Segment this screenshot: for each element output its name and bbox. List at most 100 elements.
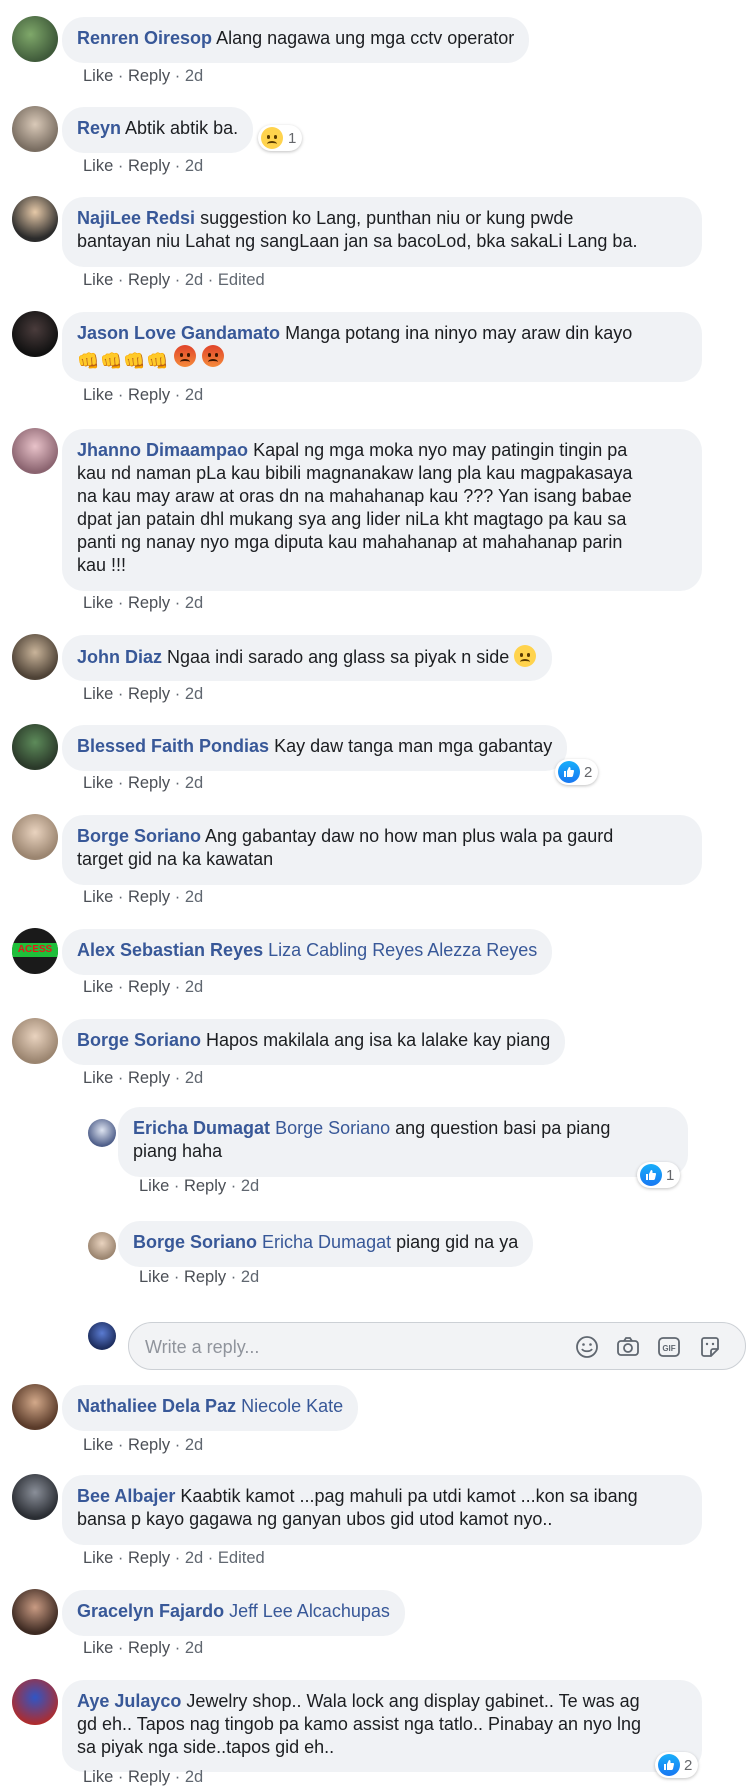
timestamp[interactable]: 2d: [185, 774, 203, 792]
separator: ·: [174, 67, 181, 85]
avatar[interactable]: ACESS: [12, 928, 58, 974]
comment-author[interactable]: Borge Soriano: [77, 826, 201, 846]
comment-author[interactable]: Bee Albajer: [77, 1486, 175, 1506]
reply-link[interactable]: Reply: [184, 1268, 226, 1286]
like-link[interactable]: Like: [83, 386, 113, 404]
avatar[interactable]: [12, 106, 58, 152]
avatar[interactable]: [12, 1018, 58, 1064]
comment-author[interactable]: Blessed Faith Pondias: [77, 736, 269, 756]
avatar[interactable]: [12, 196, 58, 242]
reply-link[interactable]: Reply: [128, 386, 170, 404]
like-link[interactable]: Like: [83, 1768, 113, 1786]
timestamp[interactable]: 2d: [185, 1436, 203, 1454]
avatar[interactable]: [12, 814, 58, 860]
timestamp[interactable]: 2d: [185, 1768, 203, 1786]
comment-author[interactable]: Ericha Dumagat: [133, 1118, 270, 1138]
reaction-summary[interactable]: 2: [555, 759, 599, 785]
like-link[interactable]: Like: [83, 1549, 113, 1567]
reply-link[interactable]: Reply: [128, 157, 170, 175]
comment-mention[interactable]: Niecole Kate: [241, 1396, 343, 1416]
timestamp[interactable]: 2d: [185, 67, 203, 85]
comment-author[interactable]: Nathaliee Dela Paz: [77, 1396, 236, 1416]
comment-mention[interactable]: Borge Soriano: [275, 1118, 390, 1138]
reply-link[interactable]: Reply: [128, 1436, 170, 1454]
timestamp[interactable]: 2d: [185, 594, 203, 612]
timestamp[interactable]: 2d: [241, 1268, 259, 1286]
reply-link[interactable]: Reply: [128, 594, 170, 612]
comment-author[interactable]: John Diaz: [77, 647, 162, 667]
like-link[interactable]: Like: [83, 1639, 113, 1657]
timestamp[interactable]: 2d: [185, 157, 203, 175]
like-link[interactable]: Like: [83, 888, 113, 906]
timestamp[interactable]: 2d: [185, 1069, 203, 1087]
avatar[interactable]: [12, 1474, 58, 1520]
reply-link[interactable]: Reply: [128, 888, 170, 906]
comment-mention[interactable]: Ericha Dumagat: [262, 1232, 391, 1252]
like-link[interactable]: Like: [83, 594, 113, 612]
comment-mention[interactable]: Liza Cabling Reyes Alezza Reyes: [268, 940, 537, 960]
comment-author[interactable]: Gracelyn Fajardo: [77, 1601, 224, 1621]
avatar[interactable]: [12, 1384, 58, 1430]
like-link[interactable]: Like: [83, 157, 113, 175]
reply-link[interactable]: Reply: [128, 1639, 170, 1657]
sticker-icon[interactable]: [697, 1334, 723, 1360]
avatar[interactable]: [88, 1232, 116, 1260]
reply-link[interactable]: Reply: [128, 1549, 170, 1567]
reply-link[interactable]: Reply: [128, 1768, 170, 1786]
reaction-summary[interactable]: 1: [258, 125, 303, 151]
avatar[interactable]: [12, 428, 58, 474]
avatar[interactable]: [88, 1119, 116, 1147]
like-link[interactable]: Like: [83, 67, 113, 85]
comment-author[interactable]: Jason Love Gandamato: [77, 323, 280, 343]
like-link[interactable]: Like: [139, 1177, 169, 1195]
avatar[interactable]: [12, 724, 58, 770]
avatar[interactable]: [12, 1679, 58, 1725]
avatar[interactable]: [12, 16, 58, 62]
reaction-summary[interactable]: 1: [637, 1162, 681, 1188]
comment-actions: Like · Reply · 2d: [83, 774, 203, 793]
reply-input[interactable]: [143, 1333, 547, 1361]
comment-author[interactable]: Alex Sebastian Reyes: [77, 940, 263, 960]
timestamp[interactable]: 2d: [185, 1639, 203, 1657]
reply-link[interactable]: Reply: [128, 774, 170, 792]
separator: ·: [174, 685, 181, 703]
reply-link[interactable]: Reply: [128, 1069, 170, 1087]
comment-author[interactable]: Jhanno Dimaampao: [77, 440, 248, 460]
like-link[interactable]: Like: [83, 774, 113, 792]
reply-input-box[interactable]: GIF: [128, 1322, 746, 1370]
comment-mention[interactable]: Jeff Lee Alcachupas: [229, 1601, 390, 1621]
timestamp[interactable]: 2d: [185, 685, 203, 703]
avatar[interactable]: [12, 634, 58, 680]
timestamp[interactable]: 2d: [185, 978, 203, 996]
reply-link[interactable]: Reply: [128, 978, 170, 996]
like-link[interactable]: Like: [83, 1436, 113, 1454]
like-link[interactable]: Like: [83, 1069, 113, 1087]
edited-label[interactable]: Edited: [218, 1549, 265, 1567]
reply-link[interactable]: Reply: [128, 67, 170, 85]
reply-link[interactable]: Reply: [128, 271, 170, 289]
reply-link[interactable]: Reply: [184, 1177, 226, 1195]
avatar[interactable]: [12, 1589, 58, 1635]
timestamp[interactable]: 2d: [241, 1177, 259, 1195]
like-link[interactable]: Like: [83, 978, 113, 996]
comment-author[interactable]: Aye Julayco: [77, 1691, 181, 1711]
timestamp[interactable]: 2d: [185, 888, 203, 906]
comment-author[interactable]: Borge Soriano: [77, 1030, 201, 1050]
reaction-summary[interactable]: 2: [655, 1752, 699, 1778]
avatar[interactable]: [12, 311, 58, 357]
comment-author[interactable]: Renren Oiresop: [77, 28, 212, 48]
reply-link[interactable]: Reply: [128, 685, 170, 703]
like-link[interactable]: Like: [83, 271, 113, 289]
gif-icon[interactable]: GIF: [656, 1334, 682, 1360]
like-link[interactable]: Like: [139, 1268, 169, 1286]
timestamp[interactable]: 2d: [185, 386, 203, 404]
comment-author[interactable]: Reyn: [77, 118, 121, 138]
comment-author[interactable]: NajiLee Redsi: [77, 208, 195, 228]
comment-author[interactable]: Borge Soriano: [133, 1232, 257, 1252]
timestamp[interactable]: 2d: [185, 271, 203, 289]
timestamp[interactable]: 2d: [185, 1549, 203, 1567]
edited-label[interactable]: Edited: [218, 271, 265, 289]
emoji-icon[interactable]: [574, 1334, 600, 1360]
like-link[interactable]: Like: [83, 685, 113, 703]
camera-icon[interactable]: [615, 1334, 641, 1360]
